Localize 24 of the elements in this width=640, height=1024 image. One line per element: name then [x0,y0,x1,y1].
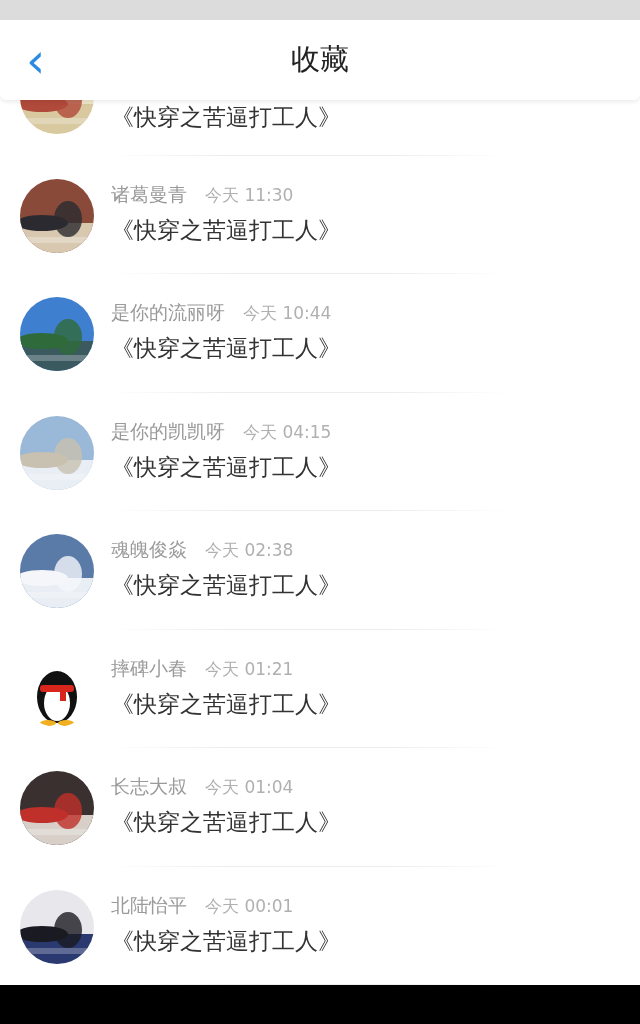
timestamp: 今天 01:21 [205,657,294,681]
page-title: 收藏 [291,41,349,78]
timestamp: 今天 00:01 [205,894,294,918]
user-name: 北陆怡平 [111,892,187,918]
book-title[interactable]: 《快穿之苦逼打工人》 [111,688,341,720]
timestamp: 今天 01:04 [205,776,294,799]
book-title[interactable]: 《快穿之苦逼打工人》 [111,102,341,133]
timestamp: 今天 10:44 [243,302,332,325]
user-name: 是你的凯凯呀 [111,418,225,444]
user-name: 是你的流丽呀 [111,300,225,325]
timestamp: 今天 02:38 [205,539,294,562]
back-button[interactable]: ‹ [18,36,54,84]
book-title[interactable]: 《快穿之苦逼打工人》 [111,333,341,364]
user-name: 魂魄俊焱 [111,537,187,562]
timestamp: 今天 11:30 [205,183,294,207]
book-title[interactable]: 《快穿之苦逼打工人》 [111,451,341,483]
user-name: 长志大叔 [111,774,187,799]
book-title[interactable]: 《快穿之苦逼打工人》 [111,214,341,246]
book-title[interactable]: 《快穿之苦逼打工人》 [111,807,341,838]
user-name: 摔碑小春 [111,655,187,681]
user-name: 诸葛曼青 [111,181,187,207]
timestamp: 今天 04:15 [243,420,332,444]
book-title[interactable]: 《快穿之苦逼打工人》 [111,925,341,957]
book-title[interactable]: 《快穿之苦逼打工人》 [111,570,341,601]
